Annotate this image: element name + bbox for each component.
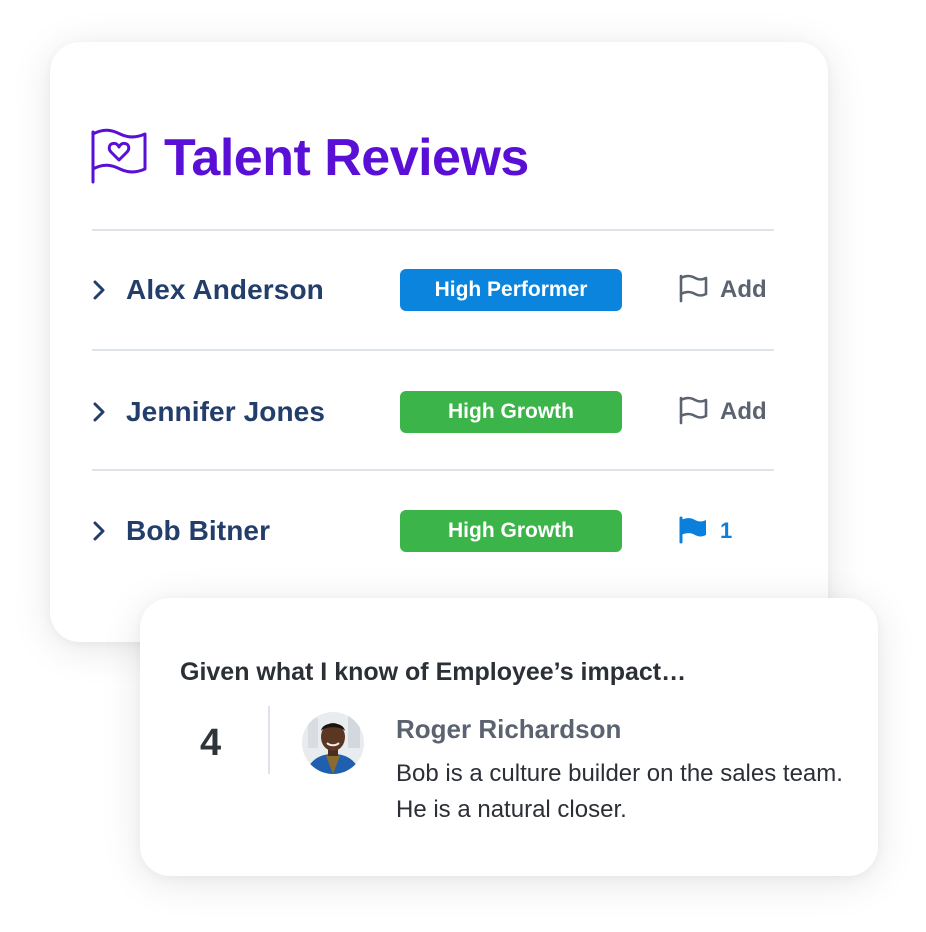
- avatar: [302, 712, 364, 774]
- employee-name[interactable]: Alex Anderson: [126, 274, 324, 306]
- review-row[interactable]: Bob Bitner High Growth 1: [90, 509, 776, 553]
- flag-filled-icon: [678, 514, 708, 549]
- flag-count: 1: [720, 518, 733, 543]
- review-comment-card: Given what I know of Employee’s impact… …: [140, 598, 878, 876]
- flag-count-button[interactable]: 1: [678, 514, 732, 549]
- divider: [92, 469, 774, 471]
- add-label: Add: [720, 398, 767, 425]
- talent-reviews-card: Talent Reviews Alex Anderson High Perfor…: [50, 42, 828, 642]
- review-row[interactable]: Jennifer Jones High Growth Add: [90, 390, 776, 434]
- chevron-right-icon[interactable]: [90, 400, 108, 424]
- status-badge: High Performer: [400, 269, 622, 311]
- chevron-right-icon[interactable]: [90, 519, 108, 543]
- employee-name[interactable]: Bob Bitner: [126, 515, 270, 547]
- review-comment: Bob is a culture builder on the sales te…: [396, 760, 843, 823]
- flag-heart-icon: [90, 126, 148, 189]
- review-row[interactable]: Alex Anderson High Performer Add: [90, 268, 776, 312]
- flag-outline-icon: [678, 395, 708, 430]
- divider: [268, 706, 270, 774]
- review-score: 4: [200, 722, 222, 764]
- review-question: Given what I know of Employee’s impact…: [180, 658, 687, 686]
- page-title: Talent Reviews: [164, 128, 529, 187]
- flag-outline-icon: [678, 273, 708, 308]
- status-badge: High Growth: [400, 391, 622, 433]
- reviewer-name: Roger Richardson: [396, 714, 622, 744]
- divider: [92, 229, 774, 231]
- add-flag-button[interactable]: Add: [678, 395, 767, 430]
- add-flag-button[interactable]: Add: [678, 273, 767, 308]
- add-label: Add: [720, 276, 767, 303]
- chevron-right-icon[interactable]: [90, 278, 108, 302]
- employee-name[interactable]: Jennifer Jones: [126, 396, 325, 428]
- card-header: Talent Reviews: [90, 126, 529, 189]
- status-badge: High Growth: [400, 510, 622, 552]
- divider: [92, 349, 774, 351]
